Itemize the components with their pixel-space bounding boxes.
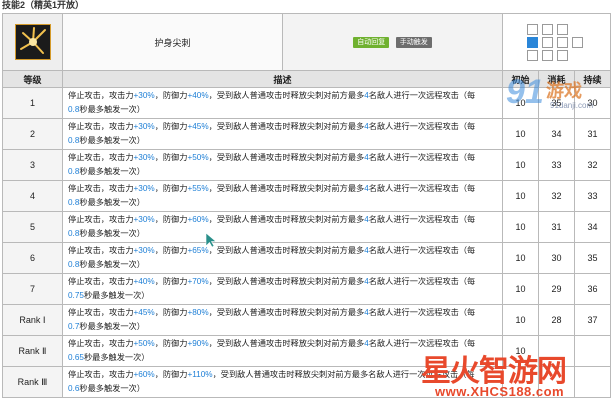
range-tile <box>541 23 553 35</box>
range-tile <box>526 23 538 35</box>
table-row: Rank Ⅲ 停止攻击，攻击力+60%，防御力+110%，受到敌人普通攻击时释放尖… <box>2 366 612 398</box>
initial-sp: 10 <box>502 87 539 119</box>
range-tile <box>572 50 583 61</box>
table-row: 2 停止攻击，攻击力+30%，防御力+45%，受到敌人普通攻击时释放尖刺对前方最多… <box>2 118 612 150</box>
skill-duration: 34 <box>573 211 612 243</box>
skill-table: 护身尖刺 自动回复 手动触发 等级 描述 初始 消耗 持续 1 停止攻击，攻击力+… <box>2 13 612 398</box>
initial-sp: 10 <box>502 242 539 274</box>
attack-range-grid <box>526 23 587 61</box>
range-tile <box>556 49 568 61</box>
level-label: 1 <box>2 87 63 119</box>
sp-cost: 35 <box>538 87 575 119</box>
level-label: 6 <box>2 242 63 274</box>
initial-sp: 10 <box>502 149 539 181</box>
level-description: 停止攻击，攻击力+30%，防御力+65%，受到敌人普通攻击时释放尖刺对前方最多4… <box>62 242 503 274</box>
table-row: 3 停止攻击，攻击力+30%，防御力+50%，受到敌人普通攻击时释放尖刺对前方最多… <box>2 149 612 181</box>
table-row: 7 停止攻击，攻击力+40%，防御力+70%，受到敌人普通攻击时释放尖刺对前方最多… <box>2 273 612 305</box>
initial-sp: 10 <box>502 211 539 243</box>
level-description: 停止攻击，攻击力+30%，防御力+60%，受到敌人普通攻击时释放尖刺对前方最多4… <box>62 211 503 243</box>
range-tile <box>541 49 553 61</box>
level-label: Rank Ⅱ <box>2 335 63 367</box>
range-tile <box>572 24 583 35</box>
initial-sp: 10 <box>502 304 539 336</box>
table-row: 4 停止攻击，攻击力+30%，防御力+55%，受到敌人普通攻击时释放尖刺对前方最多… <box>2 180 612 212</box>
range-tile <box>556 36 568 48</box>
table-row: Rank Ⅰ 停止攻击，攻击力+45%，防御力+80%，受到敌人普通攻击时释放尖刺… <box>2 304 612 336</box>
spike-burst-icon <box>14 24 51 60</box>
level-label: 7 <box>2 273 63 305</box>
table-row: 5 停止攻击，攻击力+30%，防御力+60%，受到敌人普通攻击时释放尖刺对前方最多… <box>2 211 612 243</box>
level-label: 4 <box>2 180 63 212</box>
sp-cost: 34 <box>538 118 575 150</box>
tag-manual-trigger: 手动触发 <box>395 37 432 48</box>
skill-duration: 32 <box>573 149 612 181</box>
range-tile <box>571 36 583 48</box>
sp-cost: 30 <box>538 242 575 274</box>
sp-cost: 32 <box>538 180 575 212</box>
header-cost: 消耗 <box>538 70 575 88</box>
header-level: 等级 <box>2 70 63 88</box>
skill-icon-cell <box>2 13 63 71</box>
skill-duration: 35 <box>573 242 612 274</box>
header-duration: 持续 <box>573 70 612 88</box>
initial-sp: 10 <box>502 335 539 367</box>
header-initial: 初始 <box>502 70 539 88</box>
range-tile <box>526 49 538 61</box>
attack-range-cell <box>501 13 612 71</box>
level-description: 停止攻击，攻击力+60%，防御力+110%，受到敌人普通攻击时释放尖刺对前方最多… <box>62 366 503 398</box>
tag-auto-recovery: 自动回复 <box>353 37 390 48</box>
table-row: Rank Ⅱ 停止攻击，攻击力+50%，防御力+90%，受到敌人普通攻击时释放尖刺… <box>2 335 612 367</box>
initial-sp <box>502 366 539 398</box>
level-label: 2 <box>2 118 63 150</box>
skill-duration: 31 <box>573 118 612 150</box>
level-label: Rank Ⅰ <box>2 304 63 336</box>
level-description: 停止攻击，攻击力+30%，防御力+50%，受到敌人普通攻击时释放尖刺对前方最多4… <box>62 149 503 181</box>
sp-cost <box>538 335 575 367</box>
sp-cost: 28 <box>538 304 575 336</box>
level-label: Rank Ⅲ <box>2 366 63 398</box>
skill-duration <box>573 366 612 398</box>
sp-cost: 33 <box>538 149 575 181</box>
level-description: 停止攻击，攻击力+50%，防御力+90%，受到敌人普通攻击时释放尖刺对前方最多4… <box>62 335 503 367</box>
level-label: 5 <box>2 211 63 243</box>
skill-duration: 30 <box>573 87 612 119</box>
section-caption: 技能2（精英1开放） <box>2 0 85 10</box>
level-description: 停止攻击，攻击力+30%，防御力+40%，受到敌人普通攻击时释放尖刺对前方最多4… <box>62 87 503 119</box>
initial-sp: 10 <box>502 273 539 305</box>
level-description: 停止攻击，攻击力+45%，防御力+80%，受到敌人普通攻击时释放尖刺对前方最多4… <box>62 304 503 336</box>
table-row: 1 停止攻击，攻击力+30%，防御力+40%，受到敌人普通攻击时释放尖刺对前方最多… <box>2 87 612 119</box>
level-label: 3 <box>2 149 63 181</box>
skill-tags: 自动回复 手动触发 <box>282 13 503 71</box>
sp-cost <box>538 366 575 398</box>
sp-cost: 29 <box>538 273 575 305</box>
level-description: 停止攻击，攻击力+30%，防御力+55%，受到敌人普通攻击时释放尖刺对前方最多4… <box>62 180 503 212</box>
level-description: 停止攻击，攻击力+30%，防御力+45%，受到敌人普通攻击时释放尖刺对前方最多4… <box>62 118 503 150</box>
header-description: 描述 <box>62 70 503 88</box>
skill-duration <box>573 335 612 367</box>
range-self-tile <box>526 36 538 48</box>
skill-duration: 36 <box>573 273 612 305</box>
range-tile <box>556 23 568 35</box>
initial-sp: 10 <box>502 118 539 150</box>
table-row: 6 停止攻击，攻击力+30%，防御力+65%，受到敌人普通攻击时释放尖刺对前方最多… <box>2 242 612 274</box>
initial-sp: 10 <box>502 180 539 212</box>
skill-duration: 37 <box>573 304 612 336</box>
level-description: 停止攻击，攻击力+40%，防御力+70%，受到敌人普通攻击时释放尖刺对前方最多4… <box>62 273 503 305</box>
skill-duration: 33 <box>573 180 612 212</box>
range-tile <box>541 36 553 48</box>
sp-cost: 31 <box>538 211 575 243</box>
skill-name: 护身尖刺 <box>62 13 283 71</box>
